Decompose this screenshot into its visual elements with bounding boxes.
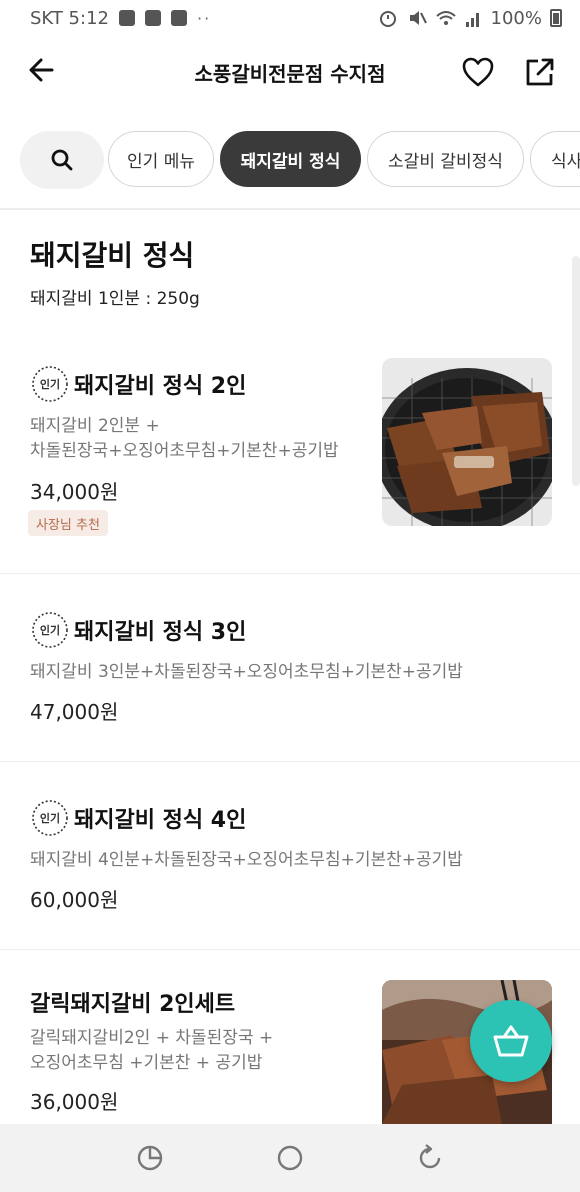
search-button[interactable] <box>20 131 104 189</box>
back-nav-button[interactable] <box>410 1138 450 1178</box>
cart-button[interactable] <box>470 1000 552 1082</box>
category-tabs: 인기 메뉴 돼지갈비 정식 소갈비 갈비정식 식사 <box>0 128 580 190</box>
popular-badge-icon: 인기 <box>30 798 70 838</box>
tabs-divider <box>0 208 580 210</box>
alarm-icon <box>379 11 396 27</box>
menu-item-description: 돼지갈비 3인분+차돌된장국+오징어초무침+기본찬+공기밥 <box>30 660 463 685</box>
section-subtitle: 돼지갈비 1인분 : 250g <box>30 289 200 309</box>
section-title: 돼지갈비 정식 <box>30 239 195 272</box>
popular-badge-icon: 인기 <box>30 610 70 650</box>
menu-item-pork-galbi-4[interactable]: 인기 돼지갈비 정식 4인 돼지갈비 4인분+차돌된장국+오징어초무침+기본찬+… <box>0 762 580 950</box>
back-nav-icon <box>419 1144 441 1169</box>
menu-item-desc-line1: 갈릭돼지갈비2인 + 차돌된장국 + <box>30 1028 274 1048</box>
search-icon <box>51 149 73 171</box>
battery-percent: 100% <box>490 7 542 29</box>
menu-item-name: 인기 돼지갈비 정식 4인 <box>30 798 246 838</box>
tab-meal[interactable]: 식사 <box>530 131 580 187</box>
menu-item-price: 34,000원 <box>30 480 119 504</box>
tab-popular-menu[interactable]: 인기 메뉴 <box>108 131 214 187</box>
menu-item-description: 돼지갈비 2인분 + 차돌된장국+오징어초무침+기본찬+공기밥 <box>30 414 339 464</box>
popular-badge-icon: 인기 <box>30 364 70 404</box>
basket-icon <box>493 1025 529 1057</box>
menu-item-name: 인기 돼지갈비 정식 2인 <box>30 364 246 404</box>
share-icon[interactable] <box>522 54 558 90</box>
popular-badge-label: 인기 <box>39 624 61 637</box>
menu-item-name: 인기 돼지갈비 정식 3인 <box>30 610 246 650</box>
tab-pork-galbi-set[interactable]: 돼지갈비 정식 <box>220 131 361 187</box>
menu-item-pork-galbi-3[interactable]: 인기 돼지갈비 정식 3인 돼지갈비 3인분+차돌된장국+오징어초무침+기본찬+… <box>0 574 580 762</box>
menu-item-description: 갈릭돼지갈비2인 + 차돌된장국 + 오징어초무침 +기본찬 + 공기밥 <box>30 1026 273 1076</box>
heart-icon[interactable] <box>460 54 496 90</box>
ridi-icon <box>144 10 161 26</box>
popular-badge-label: 인기 <box>39 812 61 825</box>
home-icon <box>277 1145 303 1171</box>
system-nav-bar <box>0 1124 580 1192</box>
app-header: 소풍갈비전문점 수지점 <box>0 36 580 108</box>
status-carrier-time: SKT 5:12 <box>30 7 109 29</box>
recent-apps-icon <box>137 1145 163 1171</box>
menu-item-description: 돼지갈비 4인분+차돌된장국+오징어초무침+기본찬+공기밥 <box>30 848 463 873</box>
menu-item-desc-line2: 오징어초무침 +기본찬 + 공기밥 <box>30 1053 263 1073</box>
mute-icon <box>409 11 427 25</box>
menu-item-photo <box>382 358 552 526</box>
menu-item-desc-line1: 돼지갈비 3인분+차돌된장국+오징어초무침+기본찬+공기밥 <box>30 662 463 682</box>
signal-icon <box>465 13 479 27</box>
menu-item-price: 36,000원 <box>30 1090 119 1114</box>
home-button[interactable] <box>270 1138 310 1178</box>
recent-apps-button[interactable] <box>130 1138 170 1178</box>
menu-item-title: 돼지갈비 정식 2인 <box>74 374 247 399</box>
tab-beef-galbi-set[interactable]: 소갈비 갈비정식 <box>367 131 524 187</box>
menu-item-desc-line2: 차돌된장국+오징어초무침+기본찬+공기밥 <box>30 441 339 461</box>
owner-recommend-tag: 사장님 추천 <box>28 510 108 536</box>
status-bar: SKT 5:12 ·· 100% <box>0 0 580 36</box>
popular-badge-label: 인기 <box>39 378 61 391</box>
menu-item-desc-line1: 돼지갈비 4인분+차돌된장국+오징어초무침+기본찬+공기밥 <box>30 850 463 870</box>
wifi-icon <box>435 11 456 25</box>
menu-item-name: 갈릭돼지갈비 2인세트 <box>30 986 235 1018</box>
menu-item-title: 돼지갈비 정식 4인 <box>74 808 247 833</box>
menu-item-pork-galbi-2[interactable]: 인기 돼지갈비 정식 2인 돼지갈비 2인분 + 차돌된장국+오징어초무침+기본… <box>0 330 580 574</box>
battery-icon <box>550 9 562 27</box>
notification-icon <box>118 10 135 26</box>
menu-item-title: 돼지갈비 정식 3인 <box>74 620 247 645</box>
menu-item-price: 47,000원 <box>30 700 119 724</box>
menu-item-title: 갈릭돼지갈비 2인세트 <box>30 992 236 1017</box>
menu-item-desc-line1: 돼지갈비 2인분 + <box>30 416 160 436</box>
scrollbar[interactable] <box>572 256 580 486</box>
menu-item-price: 60,000원 <box>30 888 119 912</box>
ridi-icon-2 <box>170 10 187 26</box>
more-notifications-icon: ·· <box>196 8 212 28</box>
